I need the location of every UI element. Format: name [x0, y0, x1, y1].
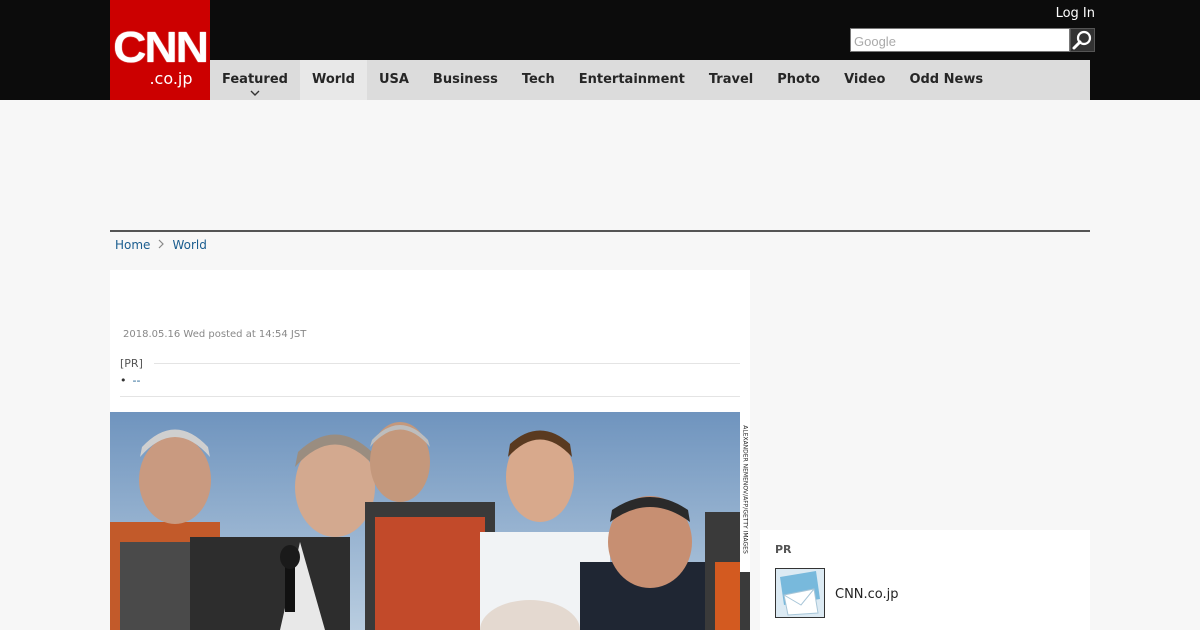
nav-item-world[interactable]: World	[299, 60, 367, 100]
search-box[interactable]	[850, 28, 1070, 52]
nav-item-label: Entertainment	[578, 72, 685, 87]
photo-credit: ALEXANDER NEMENOV/AFP/GETTY IMAGES	[740, 412, 750, 572]
nav-item-odd-news[interactable]: Odd News	[897, 60, 995, 100]
nav-item-business[interactable]: Business	[421, 60, 510, 100]
chevron-down-icon	[250, 89, 260, 97]
nav-item-label: Photo	[777, 72, 821, 87]
bullet-icon: •	[120, 374, 127, 387]
cnn-logo[interactable]: CNN .co.jp	[110, 0, 210, 100]
logo-main-text: CNN	[113, 23, 209, 72]
sidebar-thumbnail[interactable]	[775, 568, 825, 618]
pr-box: [PR] • --	[120, 356, 740, 397]
nav-item-label: Tech	[521, 72, 555, 87]
search-icon	[1072, 30, 1092, 50]
nav-item-featured[interactable]: Featured	[210, 60, 300, 100]
main-nav: Featured World USA Business Tech Enterta…	[210, 60, 1090, 100]
nav-item-label: Business	[432, 72, 498, 87]
nav-item-label: Travel	[708, 72, 754, 87]
login-link[interactable]: Log In	[1056, 6, 1095, 21]
mail-icon	[776, 569, 824, 617]
sidebar-item-name[interactable]: CNN.co.jp	[835, 587, 899, 602]
logo-sub-text: .co.jp	[149, 69, 193, 88]
nav-item-photo[interactable]: Photo	[765, 60, 832, 100]
article-photo: ALEXANDER NEMENOV/AFP/GETTY IMAGES	[110, 412, 750, 630]
sidebar-pr-widget: PR CNN.co.jp	[760, 530, 1090, 630]
pr-divider	[154, 363, 740, 364]
nav-item-usa[interactable]: USA	[367, 60, 421, 100]
article-card: 2018.05.16 Wed posted at 14:54 JST [PR] …	[110, 270, 750, 630]
nav-item-label: World	[311, 72, 355, 87]
nav-item-tech[interactable]: Tech	[510, 60, 567, 100]
nav-item-video[interactable]: Video	[832, 60, 897, 100]
photo-credit-text: ALEXANDER NEMENOV/AFP/GETTY IMAGES	[741, 425, 749, 554]
nav-item-label: Odd News	[909, 72, 984, 87]
breadcrumb-home-link[interactable]: Home	[115, 238, 150, 252]
chevron-right-icon	[158, 238, 165, 252]
pr-link-text[interactable]: --	[133, 374, 141, 387]
section-divider	[110, 230, 1090, 232]
search-button[interactable]	[1070, 28, 1095, 52]
pr-label: [PR]	[120, 357, 143, 370]
breadcrumb: Home World	[115, 238, 207, 252]
search-input[interactable]	[852, 30, 1066, 52]
sidebar-title: PR	[775, 543, 792, 556]
nav-item-label: Featured	[222, 72, 288, 87]
nav-item-entertainment[interactable]: Entertainment	[567, 60, 697, 100]
nav-item-travel[interactable]: Travel	[697, 60, 765, 100]
nav-item-label: Video	[844, 72, 886, 87]
pr-link-row[interactable]: • --	[120, 374, 140, 387]
nav-item-label: USA	[378, 72, 409, 87]
article-timestamp: 2018.05.16 Wed posted at 14:54 JST	[123, 329, 307, 340]
breadcrumb-world-link[interactable]: World	[172, 238, 206, 252]
